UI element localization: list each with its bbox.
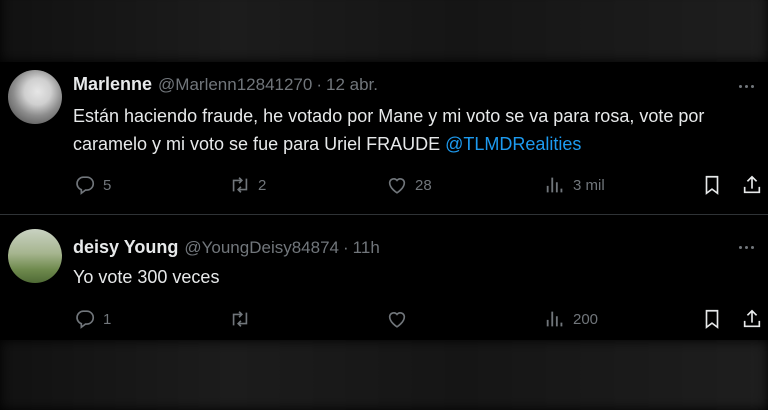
tweet-feed: Marlenne @Marlenn12841270 · 12 abr. Está…	[0, 62, 768, 340]
retweet-button[interactable]: 2	[229, 172, 266, 198]
bookmark-icon	[701, 174, 723, 196]
blurred-background-top	[0, 0, 768, 62]
view-count: 3 mil	[573, 176, 605, 194]
timestamp[interactable]: 12 abr.	[326, 75, 378, 95]
reply-button[interactable]: 5	[74, 172, 111, 198]
retweet-count: 2	[258, 176, 267, 194]
views-icon	[544, 308, 566, 330]
views-button[interactable]: 3 mil	[544, 172, 605, 198]
tweet-body: Yo vote 300 veces	[73, 267, 220, 287]
retweet-button[interactable]	[229, 306, 251, 332]
like-button[interactable]	[386, 306, 408, 332]
user-handle[interactable]: @Marlenn12841270	[158, 75, 312, 95]
tweet-header: Marlenne @Marlenn12841270 · 12 abr.	[73, 74, 378, 95]
share-icon	[741, 174, 763, 196]
more-icon[interactable]	[732, 76, 760, 96]
avatar[interactable]	[8, 70, 62, 124]
user-handle[interactable]: @YoungDeisy84874	[184, 238, 339, 258]
mention-link[interactable]: @TLMDRealities	[445, 134, 581, 154]
retweet-icon	[229, 174, 251, 196]
separator-dot: ·	[343, 238, 349, 257]
tweet-body: Están haciendo fraude, he votado por Man…	[73, 106, 705, 154]
heart-icon	[386, 308, 408, 330]
reply-count: 1	[103, 310, 112, 328]
tweet[interactable]: deisy Young @YoungDeisy84874 · 11h Yo vo…	[0, 215, 768, 340]
separator-dot: ·	[316, 75, 323, 94]
views-button[interactable]: 200	[544, 306, 598, 332]
tweet-text: Yo vote 300 veces	[73, 263, 753, 291]
share-button[interactable]	[741, 306, 763, 332]
view-count: 200	[573, 310, 599, 328]
share-button[interactable]	[741, 172, 763, 198]
more-icon[interactable]	[732, 237, 760, 257]
reply-count: 5	[103, 176, 112, 194]
display-name[interactable]: deisy Young	[73, 237, 178, 258]
share-icon	[741, 308, 763, 330]
tweet[interactable]: Marlenne @Marlenn12841270 · 12 abr. Está…	[0, 62, 768, 215]
like-count: 28	[415, 176, 432, 194]
reply-icon	[74, 174, 96, 196]
like-button[interactable]: 28	[386, 172, 432, 198]
retweet-icon	[229, 308, 251, 330]
bookmark-button[interactable]	[701, 306, 723, 332]
avatar[interactable]	[8, 229, 62, 283]
action-bar: 1 200	[0, 306, 768, 332]
display-name[interactable]: Marlenne	[73, 74, 152, 95]
bookmark-icon	[701, 308, 723, 330]
tweet-text: Están haciendo fraude, he votado por Man…	[73, 102, 753, 158]
action-bar: 5 2 28 3 mil	[0, 172, 768, 198]
reply-icon	[74, 308, 96, 330]
views-icon	[544, 174, 566, 196]
tweet-header: deisy Young @YoungDeisy84874 · 11h	[73, 237, 380, 258]
bookmark-button[interactable]	[701, 172, 723, 198]
heart-icon	[386, 174, 408, 196]
timestamp[interactable]: 11h	[353, 238, 380, 258]
reply-button[interactable]: 1	[74, 306, 111, 332]
